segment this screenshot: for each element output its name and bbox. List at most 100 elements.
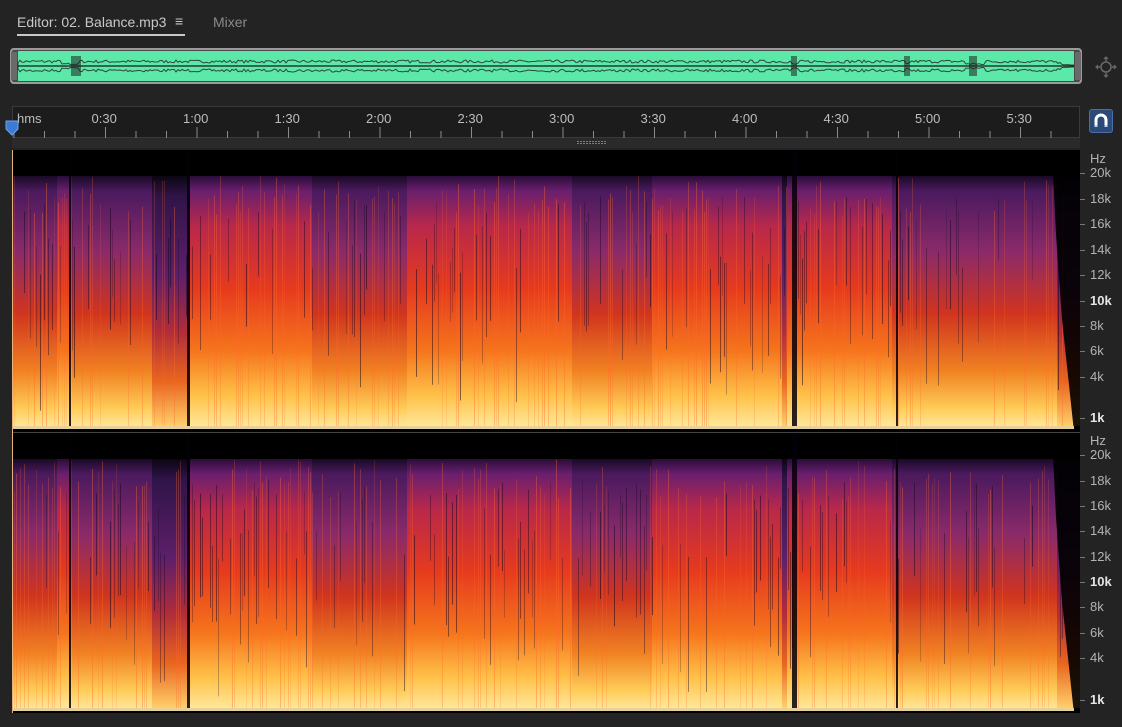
spectrogram-streak [262, 482, 263, 708]
spectrogram-streak [990, 490, 991, 708]
spectrogram-streak [1038, 478, 1039, 708]
frequency-label: 1k [1090, 410, 1105, 426]
spectrogram-streak [778, 186, 779, 426]
spectrogram-streak [504, 550, 505, 618]
spectrogram-streak [120, 251, 121, 325]
spectrogram-streak [878, 207, 879, 426]
spectrogram-streak [366, 205, 367, 290]
spectrogram-streak [902, 487, 903, 708]
frequency-label: 12k [1090, 267, 1111, 283]
spectrogram-streak [442, 463, 443, 708]
spectrogram-streak [850, 477, 851, 708]
overview-navigator[interactable] [10, 48, 1082, 84]
spectrogram-streak [626, 487, 627, 581]
hamburger-menu-icon[interactable]: ≡ [175, 13, 183, 29]
spectrogram-streak [232, 469, 233, 708]
spectrogram-streak [846, 197, 847, 286]
spectrogram-streak [570, 487, 571, 708]
spectrogram-streak [820, 505, 821, 591]
playhead-marker-icon[interactable] [5, 120, 19, 136]
spectrogram-streak [126, 545, 127, 640]
spectrogram-streak [900, 211, 901, 313]
spectrogram-streak [962, 267, 963, 362]
snap-toggle-button[interactable] [1089, 109, 1113, 133]
spectrogram-streak [544, 186, 545, 426]
spectrogram-streak [450, 261, 451, 322]
tab-mixer[interactable]: Mixer [213, 14, 247, 30]
spectrogram-streak [490, 236, 491, 321]
spectrogram-streak [442, 190, 443, 426]
spectrogram-streak [968, 537, 969, 654]
splitter-grip-icon[interactable] [577, 141, 607, 145]
spectrogram-streak [118, 504, 119, 596]
spectrogram-streak [58, 531, 59, 636]
spectrogram-streak [460, 272, 461, 401]
frequency-tick [1080, 224, 1085, 226]
spectrogram-streak [298, 185, 299, 426]
spectrogram-streak [666, 233, 667, 350]
spectrogram-streak [786, 187, 787, 426]
spectrogram-streak [312, 267, 313, 331]
spectrogram-streak [894, 468, 895, 708]
overview-waveform [10, 48, 1082, 84]
spectrogram-streak [516, 479, 517, 708]
spectrogram-streak [778, 557, 779, 656]
spectrogram-streak [478, 205, 479, 426]
spectrogram-streak [156, 254, 157, 320]
spectrogram-streak [842, 498, 843, 708]
spectrogram-streak [114, 489, 115, 618]
spectrogram-streak [802, 258, 803, 386]
frequency-scale-left[interactable]: Hz 20k 18k 16k 14k 12k 10k 8k 6k 4k 1k [1080, 150, 1122, 432]
frequency-tick [1080, 632, 1085, 634]
spectrogram-streak [890, 230, 891, 307]
spectrogram-streak [28, 484, 29, 708]
spectrogram-streak [296, 558, 297, 636]
panel-splitter[interactable] [12, 138, 1080, 148]
spectrogram-streak [632, 212, 633, 426]
overview-right-handle[interactable] [1075, 52, 1081, 80]
spectrogram-streak [958, 211, 959, 344]
spectrogram-streak [706, 199, 707, 426]
spectrogram-streak [858, 199, 859, 426]
spectrogram-streak [200, 493, 201, 598]
spectrogram-streak [238, 192, 239, 426]
ruler-time-label: 1:30 [274, 111, 300, 126]
frequency-scale-right[interactable]: Hz 20k 18k 16k 14k 12k 10k 8k 6k 4k 1k [1080, 432, 1122, 713]
spectrogram-streak [656, 469, 657, 708]
spectrogram-streak [138, 501, 139, 589]
spectrogram-streak [102, 461, 103, 708]
spectrogram-streak [1030, 482, 1031, 708]
spectrogram-streak [916, 220, 917, 329]
spectrogram-streak [184, 495, 185, 605]
spectrogram-streak [978, 528, 979, 627]
spectrogram-streak [508, 194, 509, 426]
spectrogram-streak [928, 473, 929, 708]
spectrogram-streak [66, 198, 67, 426]
spectrogram-streak [346, 221, 347, 334]
spectrogram-section [152, 176, 190, 426]
tab-editor[interactable]: Editor: 02. Balance.mp3 [17, 14, 185, 36]
spectrogram-streak [374, 196, 375, 426]
spectrogram-streak [44, 204, 45, 321]
zoom-navigator-icon[interactable] [1095, 56, 1117, 78]
overview-left-handle[interactable] [11, 52, 17, 80]
spectrogram-streak [416, 269, 417, 377]
ruler-time-label: 4:30 [823, 111, 849, 126]
spectrogram-streak [458, 184, 459, 426]
spectrogram-streak [610, 193, 611, 426]
spectrogram-streak [154, 181, 155, 426]
spectrogram-streak [534, 530, 535, 649]
spectrogram-streak [158, 507, 159, 602]
spectrogram-channel-right[interactable] [12, 432, 1080, 713]
spectrogram-streak [60, 245, 61, 343]
time-ruler[interactable]: hms 0:30 1:00 1:30 2:00 2:30 3:00 3:30 4:00 4:30… [12, 106, 1080, 138]
spectrogram-streak [454, 228, 455, 293]
spectrogram-streak [178, 469, 179, 708]
spectrogram-streak [240, 533, 241, 645]
spectrogram-streak [142, 206, 143, 426]
spectrogram-streak [944, 533, 945, 665]
spectrogram-streak [622, 502, 623, 602]
spectrogram-channel-left[interactable] [12, 150, 1080, 432]
spectrogram-streak [310, 472, 311, 708]
spectrogram-streak [100, 203, 101, 426]
